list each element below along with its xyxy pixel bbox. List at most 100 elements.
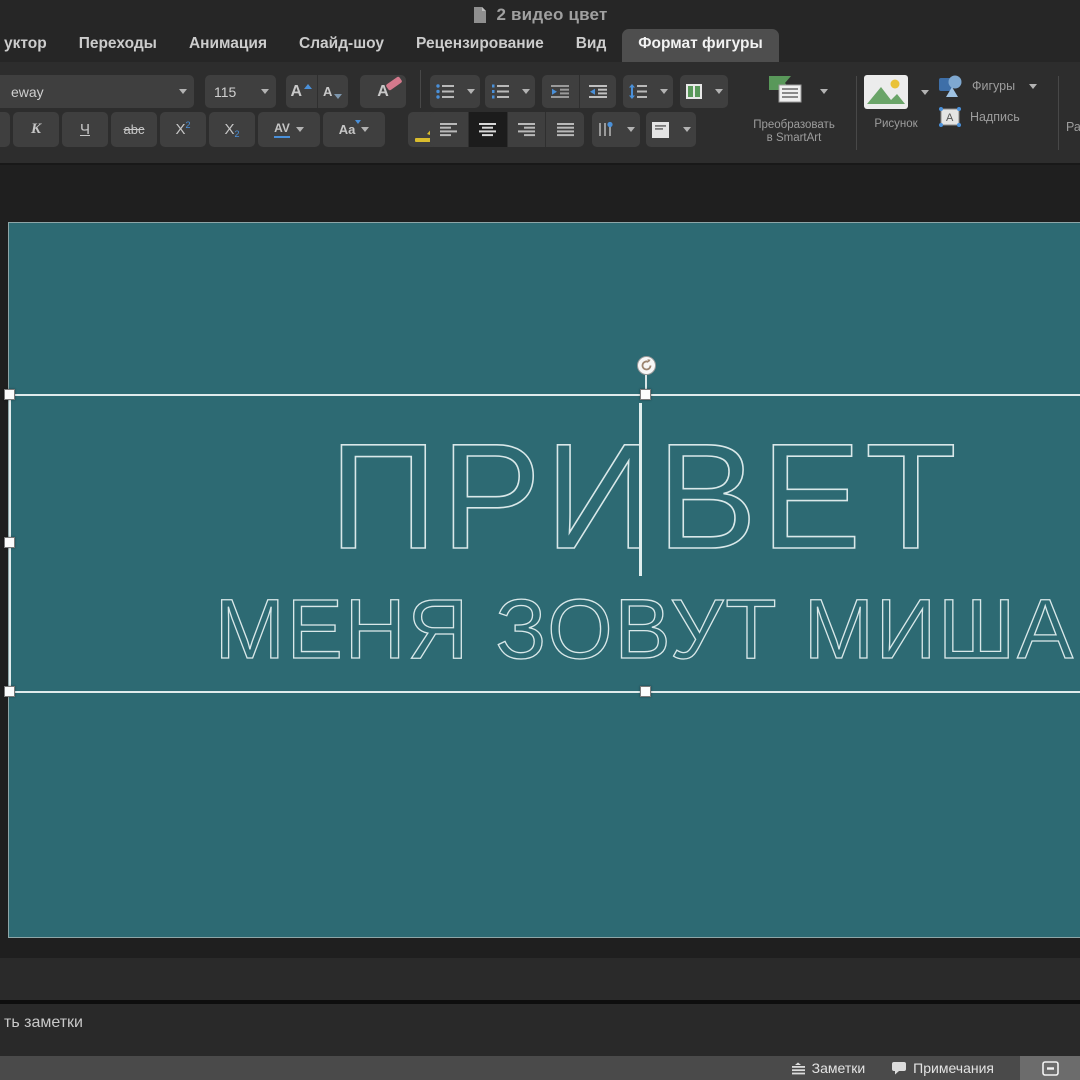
shapes-label: Фигуры [972, 79, 1015, 93]
font-size-combo[interactable]: 115 [205, 75, 276, 108]
chevron-down-icon [1029, 84, 1037, 89]
change-case-button[interactable]: Aa [323, 112, 385, 147]
chevron-down-icon [261, 89, 269, 94]
notes-pane[interactable]: ть заметки [0, 1004, 1080, 1056]
insert-picture-button[interactable]: Рисунок [865, 74, 927, 131]
align-text-button[interactable] [646, 112, 696, 147]
document-icon [472, 6, 488, 24]
eraser-icon [385, 76, 402, 91]
smartart-icon [761, 72, 807, 110]
ribbon: eway 115 A A A K Ч abc X2 X2 AV [0, 62, 1080, 165]
slide-subtitle-text[interactable]: МЕНЯ ЗОВУТ МИША [9, 581, 1080, 678]
resize-handle-top-left[interactable] [4, 389, 15, 400]
columns-icon [685, 83, 703, 100]
picture-label: Рисунок [874, 118, 917, 131]
tab-transitions[interactable]: Переходы [63, 29, 173, 62]
bullets-button[interactable] [430, 75, 480, 108]
normal-view-icon [1042, 1061, 1059, 1076]
insert-textbox-button[interactable]: A Надпись [938, 106, 1037, 128]
slide-canvas[interactable]: ПРИВЕТ МЕНЯ ЗОВУТ МИША [8, 222, 1080, 938]
smartart-label-line2: в SmartArt [753, 132, 835, 145]
picture-icon [863, 74, 909, 110]
align-center-button[interactable] [469, 112, 508, 147]
shapes-button[interactable]: Фигуры [938, 74, 1037, 98]
tab-review[interactable]: Рецензирование [400, 29, 560, 62]
text-direction-button[interactable] [592, 112, 640, 147]
textbox-icon: A [938, 106, 962, 128]
notes-toggle-label: Заметки [812, 1060, 866, 1076]
tab-constructor[interactable]: уктор [0, 29, 63, 62]
columns-button[interactable] [680, 75, 728, 108]
smartart-label-line1: Преобразовать [753, 119, 835, 132]
increase-font-button[interactable]: A [286, 75, 318, 108]
comments-icon [891, 1061, 907, 1075]
text-direction-icon [597, 121, 615, 138]
bold-button-partial[interactable] [0, 112, 10, 147]
decrease-font-button[interactable]: A [318, 75, 349, 108]
comments-toggle-label: Примечания [913, 1060, 994, 1076]
font-size-value: 115 [214, 84, 236, 100]
notes-icon [791, 1062, 806, 1075]
resize-handle-top-center[interactable] [640, 389, 651, 400]
selection-border-top[interactable] [9, 394, 1080, 396]
strikethrough-button[interactable]: abc [111, 112, 157, 147]
notes-toggle[interactable]: Заметки [791, 1060, 866, 1076]
triangle-up-icon [304, 84, 312, 89]
group-divider [420, 70, 421, 108]
normal-view-button[interactable] [1020, 1056, 1080, 1080]
subscript-button[interactable]: X2 [209, 112, 255, 147]
chevron-down-icon [627, 127, 635, 132]
indent-increase-icon [588, 84, 608, 99]
tab-view[interactable]: Вид [560, 29, 623, 62]
rotation-stem [645, 375, 647, 390]
indent-decrease-icon [550, 84, 570, 99]
line-spacing-icon [628, 83, 648, 100]
justify-icon [556, 122, 575, 137]
justify-button[interactable] [546, 112, 584, 147]
italic-button[interactable]: K [13, 112, 59, 147]
font-name-combo[interactable]: eway [0, 75, 194, 108]
vertical-align-icon [651, 121, 670, 139]
resize-handle-bottom-center[interactable] [640, 686, 651, 697]
bulleted-list-icon [435, 83, 455, 100]
chevron-down-icon [683, 127, 691, 132]
chevron-down-icon [660, 89, 668, 94]
align-right-button[interactable] [508, 112, 547, 147]
tab-animation[interactable]: Анимация [173, 29, 283, 62]
resize-handle-bottom-left[interactable] [4, 686, 15, 697]
tab-slideshow[interactable]: Слайд-шоу [283, 29, 400, 62]
increase-indent-button[interactable] [580, 75, 617, 108]
textbox-label: Надпись [970, 110, 1020, 124]
convert-to-smartart-button[interactable]: Преобразовать в SmartArt [735, 72, 853, 145]
align-left-button[interactable] [430, 112, 469, 147]
underline-button[interactable]: Ч [62, 112, 108, 147]
chevron-down-icon [820, 89, 828, 94]
rotation-handle[interactable] [637, 356, 656, 375]
decrease-indent-button[interactable] [542, 75, 580, 108]
tab-shape-format[interactable]: Формат фигуры [622, 29, 778, 62]
titlebar: 2 видео цвет [0, 0, 1080, 30]
shapes-icon [938, 74, 964, 98]
align-center-icon [478, 122, 497, 137]
line-spacing-button[interactable] [623, 75, 673, 108]
comments-toggle[interactable]: Примечания [891, 1060, 994, 1076]
selection-border-bottom[interactable] [9, 691, 1080, 693]
notes-placeholder: ть заметки [4, 1014, 83, 1032]
group-divider [856, 76, 857, 150]
resize-handle-middle-left[interactable] [4, 537, 15, 548]
indent-group [542, 75, 616, 108]
svg-text:A: A [946, 112, 954, 124]
window-title: 2 видео цвет [496, 5, 607, 25]
chevron-down-icon [361, 127, 369, 132]
arrange-label-partial: Ра [1066, 120, 1080, 134]
superscript-button[interactable]: X2 [160, 112, 206, 147]
chevron-down-icon [522, 89, 530, 94]
character-spacing-button[interactable]: AV [258, 112, 320, 147]
clear-formatting-button[interactable]: A [360, 75, 406, 108]
ribbon-tabbar: уктор Переходы Анимация Слайд-шоу Реценз… [0, 30, 1080, 62]
numbering-button[interactable] [485, 75, 535, 108]
slide-title-text[interactable]: ПРИВЕТ [9, 410, 1080, 583]
status-bar: Заметки Примечания [0, 1056, 1080, 1080]
notes-splitter[interactable] [0, 958, 1080, 1000]
font-name-value: eway [0, 84, 44, 100]
